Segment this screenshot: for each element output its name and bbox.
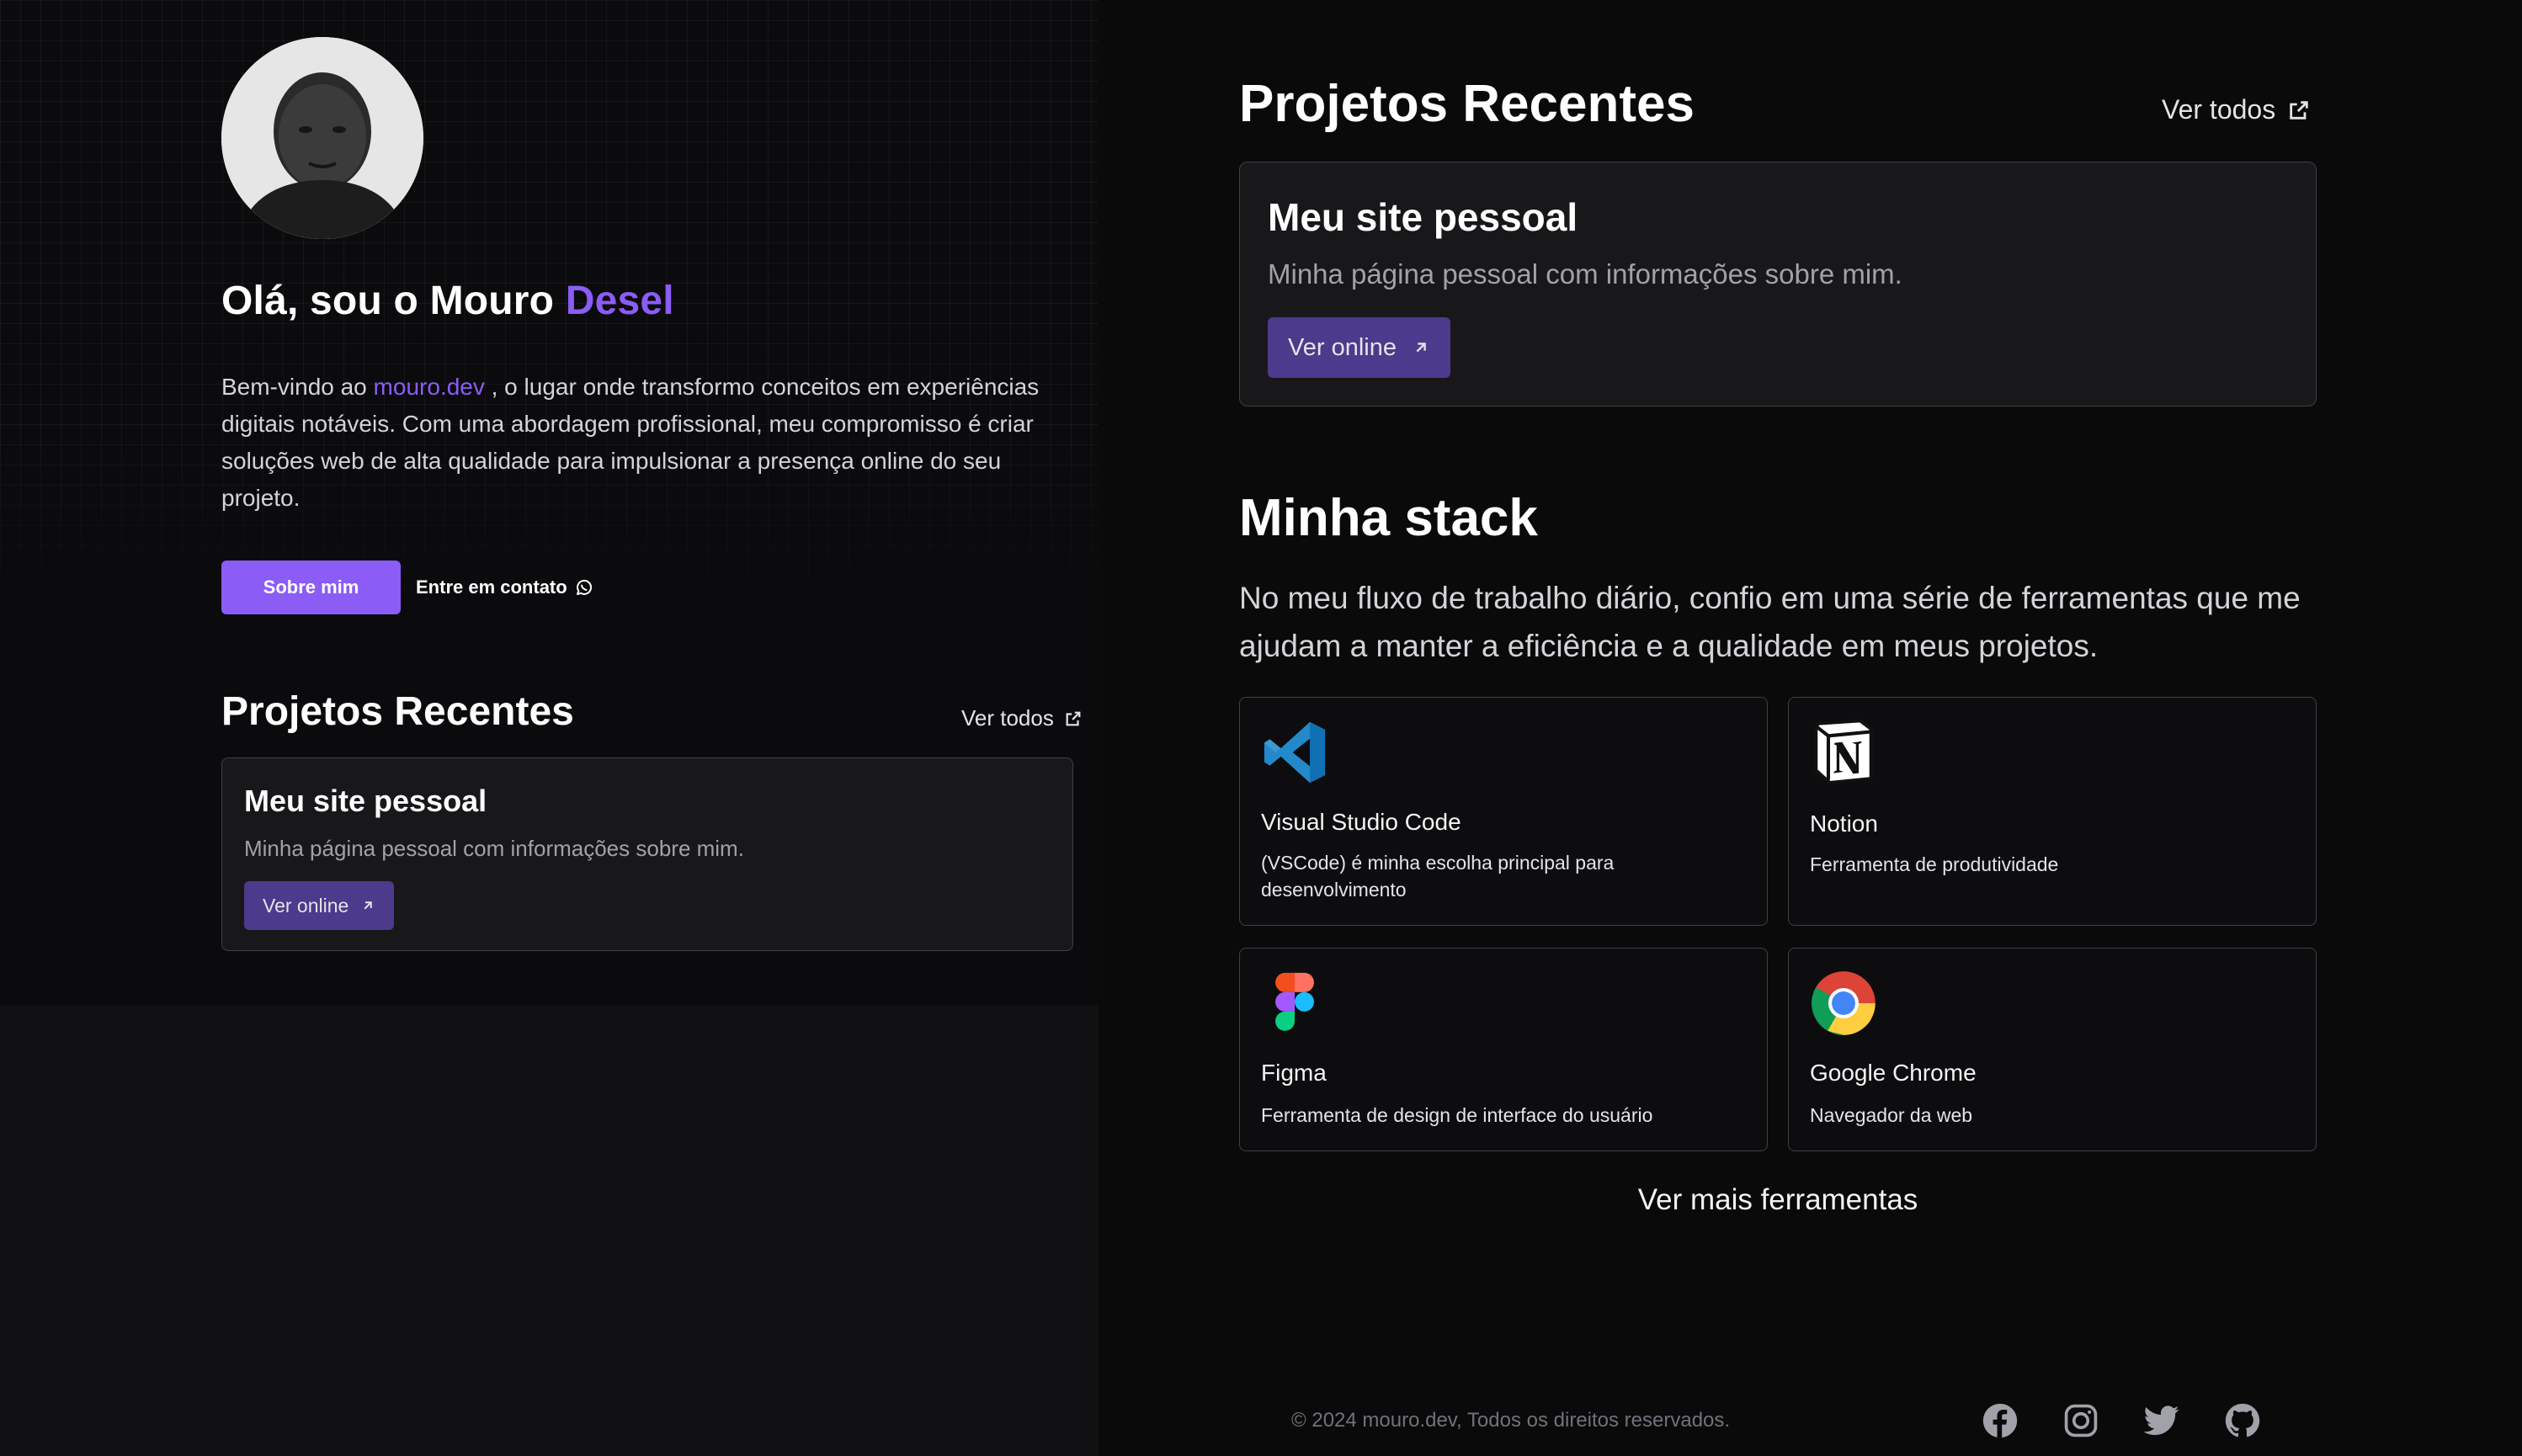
intro-text: Bem-vindo ao (221, 374, 374, 400)
facebook-icon[interactable] (1982, 1402, 2019, 1439)
tool-card-notion[interactable]: Notion Ferramenta de produtividade (1788, 697, 2317, 926)
tool-card-vscode[interactable]: Visual Studio Code (VSCode) é minha esco… (1239, 697, 1768, 926)
whatsapp-icon (576, 579, 592, 595)
arrow-up-right-icon (1416, 343, 1426, 353)
view-online-label: Ver online (1288, 333, 1397, 361)
recent-projects-title-small: Projetos Recentes (221, 689, 574, 734)
more-tools-link[interactable]: Ver mais ferramentas (1239, 1183, 2317, 1217)
see-all-projects-link[interactable]: Ver todos (2162, 94, 2311, 125)
view-online-label: Ver online (263, 894, 349, 917)
left-panel: Olá, sou o Mouro Desel Bem-vindo ao mour… (0, 0, 1099, 1456)
greeting-text: Olá, sou o Mouro (221, 279, 566, 323)
arrow-up-right-icon (364, 901, 373, 910)
figma-icon (1275, 972, 1314, 1031)
avatar (221, 37, 423, 239)
see-all-label: Ver todos (961, 705, 1054, 731)
tool-name: Figma (1261, 1060, 1327, 1086)
tool-description: (VSCode) é minha escolha principal para … (1261, 852, 1615, 901)
tool-name: Visual Studio Code (1261, 809, 1461, 835)
twitter-icon[interactable] (2143, 1402, 2180, 1439)
stack-description: No meu fluxo de trabalho diário, confio … (1239, 581, 2301, 663)
notion-icon (1814, 719, 1873, 785)
tool-card-chrome[interactable]: Google Chrome Navegador da web (1788, 948, 2317, 1151)
see-all-label: Ver todos (2162, 94, 2276, 125)
instagram-icon[interactable] (2062, 1402, 2099, 1439)
tool-name: Notion (1810, 810, 1878, 837)
external-link-icon (1066, 711, 1081, 725)
tool-description: Ferramenta de design de interface do usu… (1261, 1104, 1653, 1126)
external-link-icon (2290, 100, 2308, 120)
hero-greeting: Olá, sou o Mouro Desel (221, 278, 674, 324)
chrome-icon (1812, 971, 1876, 1035)
project-title: Meu site pessoal (1268, 195, 1578, 239)
contact-label: Entre em contato (416, 577, 567, 598)
see-all-projects-link-small[interactable]: Ver todos (961, 705, 1083, 731)
project-card: Meu site pessoal Minha página pessoal co… (1239, 162, 2317, 407)
about-me-button[interactable]: Sobre mim (221, 561, 401, 614)
tool-name: Google Chrome (1810, 1060, 1977, 1086)
github-icon[interactable] (2224, 1402, 2261, 1439)
project-description: Minha página pessoal com informações sob… (244, 836, 744, 861)
about-me-label: Sobre mim (263, 577, 359, 598)
vscode-icon (1264, 721, 1326, 784)
recent-projects-title: Projetos Recentes (1239, 75, 1695, 133)
site-link[interactable]: mouro.dev (374, 374, 485, 400)
tool-description: Navegador da web (1810, 1104, 1973, 1126)
contact-button[interactable]: Entre em contato (416, 561, 594, 614)
project-description: Minha página pessoal com informações sob… (1268, 258, 1902, 290)
greeting-accent-text: Desel (565, 279, 674, 323)
stack-title: Minha stack (1239, 489, 1538, 547)
tool-description: Ferramenta de produtividade (1810, 853, 2059, 875)
view-online-button[interactable]: Ver online (244, 881, 395, 930)
view-online-button[interactable]: Ver online (1268, 317, 1450, 378)
footer-copyright: © 2024 mouro.dev, Todos os direitos rese… (1291, 1409, 1731, 1432)
hero-intro: Bem-vindo ao mouro.dev , o lugar onde tr… (221, 369, 1063, 517)
project-card-small: Meu site pessoal Minha página pessoal co… (221, 757, 1073, 951)
project-title: Meu site pessoal (244, 784, 487, 818)
tool-card-figma[interactable]: Figma Ferramenta de design de interface … (1239, 948, 1768, 1151)
